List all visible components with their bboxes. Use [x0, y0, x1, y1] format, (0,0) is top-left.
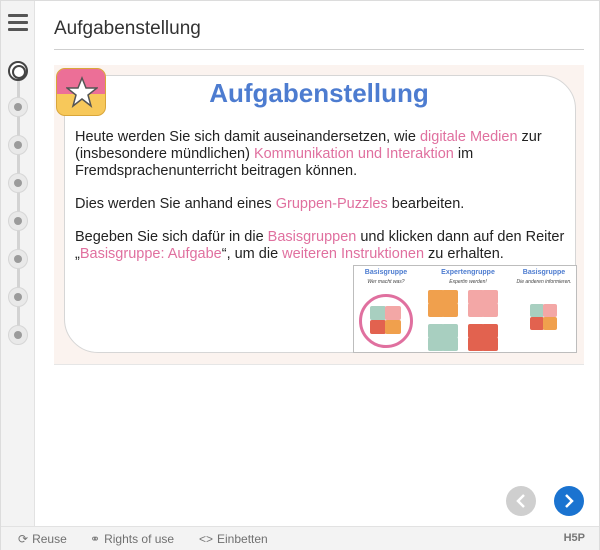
embed-label: Einbetten	[217, 532, 268, 546]
slide-dot-6[interactable]	[8, 249, 28, 269]
highlight-text: Basisgruppe: Aufgabe	[79, 246, 222, 262]
puzzle-piece	[543, 317, 557, 330]
rights-of-use-button[interactable]: ⚭ Rights of use	[90, 532, 174, 546]
puzzle-piece	[442, 324, 458, 338]
puzzle-piece	[482, 303, 498, 317]
reuse-label: Reuse	[32, 532, 67, 546]
embed-button[interactable]: <> Einbetten	[199, 532, 268, 546]
slide-dot-1[interactable]	[8, 61, 28, 81]
hamburger-icon-bar	[8, 21, 28, 24]
page-title: Aufgabenstellung	[54, 18, 201, 39]
previous-slide-button[interactable]	[506, 486, 536, 516]
highlight-text: digitale Medien	[419, 129, 518, 145]
handshake-icon: ⚭	[90, 532, 101, 546]
thumb-sublabel: Expertin werden!	[449, 279, 487, 285]
title-divider	[54, 49, 584, 50]
thumb-sublabel: Die anderen informieren.	[516, 279, 572, 285]
h5p-course-presentation: Aufgabenstellung Aufgabenstellung Heute …	[0, 0, 600, 550]
rights-label: Rights of use	[104, 532, 175, 546]
paragraph-2: Dies werden Sie anhand eines Gruppen-Puz…	[75, 196, 465, 212]
puzzle-piece	[530, 304, 544, 317]
thumb-label: Basisgruppe	[522, 269, 566, 276]
puzzle-piece	[385, 306, 401, 320]
code-icon: <>	[199, 532, 214, 546]
menu-button[interactable]	[8, 14, 28, 32]
h5p-logo[interactable]: H5P	[564, 532, 585, 544]
puzzle-piece	[482, 324, 498, 338]
puzzle-piece	[370, 306, 386, 320]
slide-dot-5[interactable]	[8, 211, 28, 231]
puzzle-piece	[442, 337, 458, 351]
jigsaw-puzzle-image: Basisgruppe Wer macht was? Expertengrupp…	[353, 265, 577, 353]
thumb-label: Basisgruppe	[364, 269, 408, 276]
puzzle-piece	[442, 303, 458, 317]
slide: Aufgabenstellung Heute werden Sie sich d…	[54, 65, 584, 365]
chevron-right-icon	[565, 494, 574, 508]
hamburger-icon-bar	[8, 14, 28, 17]
puzzle-piece	[442, 290, 458, 304]
slide-dot-8[interactable]	[8, 325, 28, 345]
slide-text: Heute werden Sie sich damit auseinanders…	[75, 129, 565, 279]
puzzle-piece	[543, 304, 557, 317]
chevron-left-icon	[516, 494, 525, 508]
h5p-footer: ⟳ Reuse ⚭ Rights of use <> Einbetten H5P	[1, 526, 599, 550]
reuse-button[interactable]: ⟳ Reuse	[18, 532, 67, 546]
slide-dot-7[interactable]	[8, 287, 28, 307]
slide-dot-3[interactable]	[8, 135, 28, 155]
highlight-text: weiteren Instruktionen	[282, 246, 425, 262]
paragraph-3: Begeben Sie sich dafür in die Basisgrupp…	[75, 229, 565, 262]
puzzle-piece	[370, 320, 386, 334]
thumb-label: Expertengruppe	[441, 269, 495, 276]
puzzle-piece	[530, 317, 544, 330]
puzzle-piece	[385, 320, 401, 334]
next-slide-button[interactable]	[554, 486, 584, 516]
puzzle-piece	[482, 337, 498, 351]
highlight-text: Basisgruppen	[267, 229, 357, 245]
highlight-text: Gruppen-Puzzles	[275, 196, 388, 212]
thumb-sublabel: Wer macht was?	[367, 279, 405, 285]
highlight-text: Kommunikation und Interaktion	[253, 146, 454, 162]
paragraph-1: Heute werden Sie sich damit auseinanders…	[75, 129, 542, 179]
puzzle-piece	[482, 290, 498, 304]
slide-dot-4[interactable]	[8, 173, 28, 193]
slide-navigation	[1, 1, 35, 526]
refresh-icon: ⟳	[18, 532, 29, 546]
slide-dot-2[interactable]	[8, 97, 28, 117]
hamburger-icon-bar	[8, 28, 28, 31]
slide-heading: Aufgabenstellung	[209, 78, 429, 108]
